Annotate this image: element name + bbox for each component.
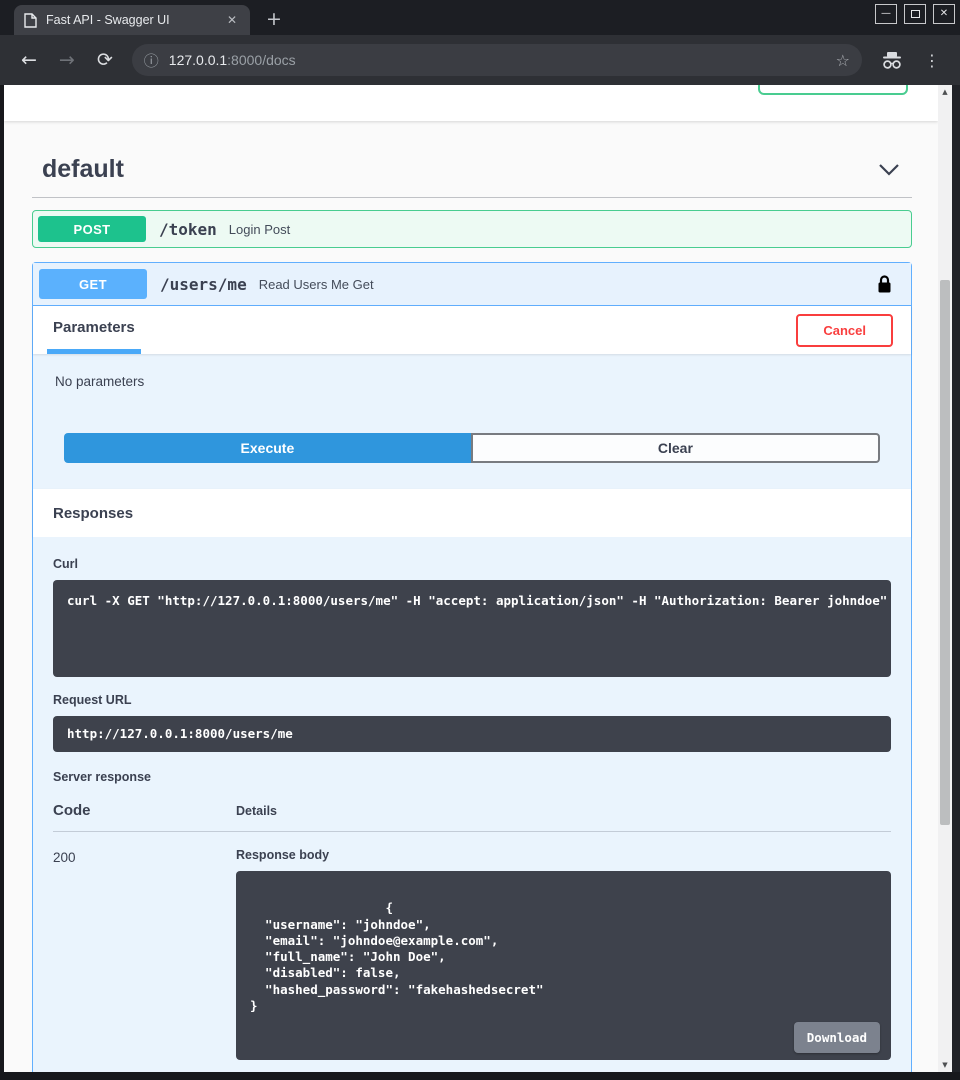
- code-column-header: Code: [53, 802, 236, 819]
- endpoint-path: /users/me: [160, 275, 247, 294]
- cancel-button[interactable]: Cancel: [796, 314, 893, 347]
- browser-menu-icon[interactable]: ⋮: [916, 51, 948, 70]
- browser-tab-bar: Fast API - Swagger UI ✕ + — ✕: [0, 0, 960, 35]
- response-table-header: Code Details: [53, 788, 891, 831]
- maximize-icon: [911, 10, 920, 18]
- window-controls: — ✕: [875, 4, 955, 24]
- site-info-icon[interactable]: ⓘ: [144, 50, 159, 71]
- opblock-post-token[interactable]: POST /token Login Post: [32, 210, 912, 248]
- responses-header: Responses: [33, 489, 911, 537]
- new-tab-button[interactable]: +: [266, 10, 282, 29]
- window-edge-bottom: [0, 1072, 960, 1080]
- scrollbar-thumb[interactable]: [940, 280, 950, 825]
- url-bar[interactable]: ⓘ 127.0.0.1:8000/docs ☆: [132, 44, 862, 76]
- tab-parameters[interactable]: Parameters: [47, 306, 141, 354]
- request-url-label: Request URL: [53, 693, 891, 707]
- tag-section-default[interactable]: default: [32, 147, 912, 191]
- execute-button[interactable]: Execute: [64, 433, 471, 463]
- authorize-button[interactable]: [758, 85, 908, 95]
- endpoint-summary: Login Post: [229, 222, 290, 237]
- request-url-value: http://127.0.0.1:8000/users/me: [53, 716, 891, 752]
- incognito-icon: [880, 51, 904, 70]
- forward-icon[interactable]: →: [50, 51, 84, 70]
- page-scrollbar[interactable]: ▲ ▼: [938, 85, 952, 1072]
- opblock-get-users-me: GET /users/me Read Users Me Get Paramete…: [32, 262, 912, 1072]
- parameters-section: No parameters Execute Clear: [33, 354, 911, 489]
- tab-title: Fast API - Swagger UI: [46, 13, 215, 27]
- no-parameters-text: No parameters: [33, 354, 911, 393]
- opblock-summary[interactable]: GET /users/me Read Users Me Get: [33, 263, 911, 306]
- browser-toolbar: ← → ⟳ ⓘ 127.0.0.1:8000/docs ☆ ⋮: [0, 35, 960, 85]
- curl-label: Curl: [53, 557, 891, 571]
- page-icon: [24, 13, 37, 28]
- response-body-block: { "username": "johndoe", "email": "johnd…: [236, 871, 891, 1060]
- response-row: 200 Response body { "username": "johndoe…: [53, 832, 891, 1072]
- download-button[interactable]: Download: [794, 1022, 880, 1053]
- status-code: 200: [53, 848, 236, 1072]
- url-text: 127.0.0.1:8000/docs: [169, 52, 826, 68]
- responses-title: Responses: [53, 505, 133, 522]
- details-column-header: Details: [236, 804, 277, 818]
- url-path: :8000/docs: [227, 52, 296, 68]
- bookmark-star-icon[interactable]: ☆: [836, 51, 850, 70]
- operation-tab-row: Parameters Cancel: [33, 306, 911, 354]
- endpoint-summary: Read Users Me Get: [259, 277, 374, 292]
- response-details: Response body { "username": "johndoe", "…: [236, 848, 891, 1072]
- window-edge-right: [952, 85, 960, 1072]
- minimize-button[interactable]: —: [875, 4, 897, 24]
- scroll-up-icon[interactable]: ▲: [938, 88, 952, 96]
- tab-close-icon[interactable]: ✕: [224, 13, 240, 27]
- execute-row: Execute Clear: [33, 393, 911, 489]
- scheme-container: [4, 85, 938, 121]
- reload-icon[interactable]: ⟳: [88, 51, 122, 70]
- response-body-json: { "username": "johndoe", "email": "johnd…: [250, 900, 544, 1013]
- swagger-page: default POST /token Login Post GET: [4, 85, 938, 1072]
- method-badge-get: GET: [39, 269, 147, 299]
- method-badge-post: POST: [38, 216, 146, 242]
- response-body-label: Response body: [236, 848, 891, 862]
- url-host: 127.0.0.1: [169, 52, 227, 68]
- browser-tab[interactable]: Fast API - Swagger UI ✕: [14, 5, 250, 35]
- scroll-down-icon[interactable]: ▼: [938, 1061, 952, 1069]
- chevron-down-icon[interactable]: [878, 163, 900, 176]
- section-divider: [32, 197, 912, 198]
- server-response-label: Server response: [53, 770, 891, 784]
- curl-command: curl -X GET "http://127.0.0.1:8000/users…: [53, 580, 891, 677]
- endpoint-path: /token: [159, 220, 217, 239]
- auth-lock-icon[interactable]: [877, 274, 892, 294]
- maximize-button[interactable]: [904, 4, 926, 24]
- close-button[interactable]: ✕: [933, 4, 955, 24]
- browser-window: Fast API - Swagger UI ✕ + — ✕ ← → ⟳ ⓘ 12…: [0, 0, 960, 1080]
- section-title: default: [42, 155, 124, 184]
- responses-body: Curl curl -X GET "http://127.0.0.1:8000/…: [33, 537, 911, 1072]
- clear-button[interactable]: Clear: [471, 433, 880, 463]
- back-icon[interactable]: ←: [12, 51, 46, 70]
